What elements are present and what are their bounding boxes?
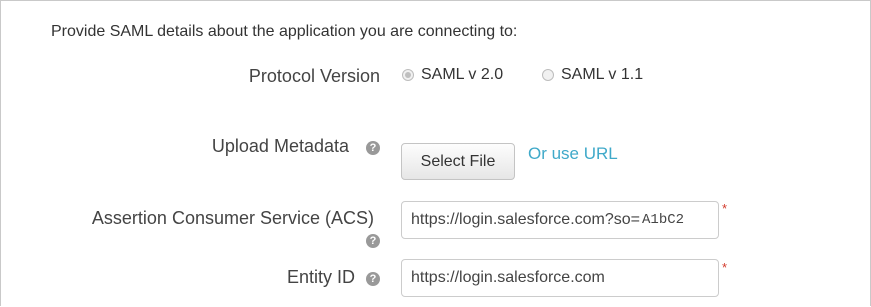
entity-id-input[interactable]: https://login.salesforce.com bbox=[401, 259, 719, 297]
upload-metadata-label: Upload Metadata bbox=[211, 136, 349, 156]
radio-button[interactable] bbox=[542, 69, 554, 81]
entity-id-value: https://login.salesforce.com bbox=[411, 269, 605, 286]
question-circle-icon[interactable]: ? bbox=[366, 234, 380, 248]
acs-label: Assertion Consumer Service (ACS) bbox=[91, 208, 374, 228]
radio-label: SAML v 2.0 bbox=[421, 66, 504, 83]
select-file-button[interactable]: Select File bbox=[401, 143, 515, 180]
radio-saml-v2[interactable]: SAML v 2.0 bbox=[402, 66, 503, 84]
radio-button-checked[interactable] bbox=[402, 69, 414, 81]
intro-text: Provide SAML details about the applicati… bbox=[51, 23, 518, 40]
entity-id-label: Entity ID bbox=[286, 267, 355, 287]
required-asterisk: * bbox=[722, 201, 728, 216]
question-circle-icon[interactable]: ? bbox=[366, 141, 380, 155]
radio-label: SAML v 1.1 bbox=[561, 66, 644, 83]
acs-value-suffix: A1bC2 bbox=[642, 212, 685, 228]
protocol-version-label: Protocol Version bbox=[248, 66, 380, 86]
use-url-link[interactable]: Or use URL bbox=[528, 144, 618, 164]
acs-value: https://login.salesforce.com?so= bbox=[411, 211, 641, 228]
acs-input[interactable]: https://login.salesforce.com?so= A1bC2 bbox=[401, 201, 719, 239]
question-circle-icon[interactable]: ? bbox=[366, 272, 380, 286]
required-asterisk: * bbox=[722, 260, 728, 275]
radio-saml-v1[interactable]: SAML v 1.1 bbox=[542, 66, 643, 84]
